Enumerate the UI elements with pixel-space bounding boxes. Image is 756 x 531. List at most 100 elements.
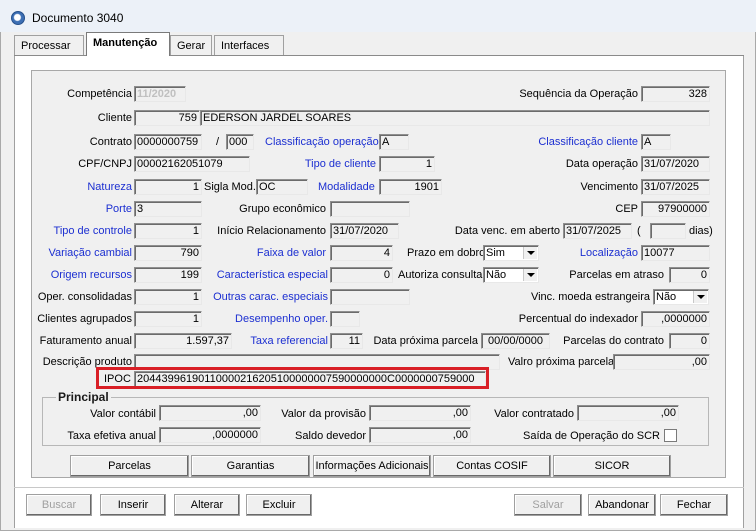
localizacao-field: 10077 (641, 245, 710, 261)
data-proxima-parcela-label: Data próxima parcela (373, 335, 478, 347)
data-operacao-label: Data operação (565, 158, 638, 170)
saldo-devedor-field: ,00 (369, 427, 471, 443)
buscar-button[interactable]: Buscar (26, 494, 92, 516)
cpf-field: 00002162051079 (134, 156, 250, 172)
parcelas-atraso-label: Parcelas em atraso (569, 269, 664, 281)
oper-consolidadas-field: 1 (134, 289, 202, 305)
desempenho-oper-link[interactable]: Desempenho oper. (204, 313, 328, 326)
fechar-button[interactable]: Fechar (660, 494, 728, 516)
porte-field: 3 (134, 201, 202, 217)
modalidade-link[interactable]: Modalidade (318, 181, 375, 194)
localizacao-link[interactable]: Localização (560, 247, 638, 260)
contrato-sub-field: 000 (226, 134, 254, 150)
oper-consolidadas-label: Oper. consolidadas (37, 291, 132, 303)
abandonar-button[interactable]: Abandonar (588, 494, 656, 516)
principal-title: Principal (56, 390, 111, 404)
contrato-field: 0000000759 (134, 134, 202, 150)
saldo-devedor-label: Saldo devedor (295, 430, 366, 442)
prazo-dobro-select[interactable]: Sim (483, 245, 539, 261)
class-operacao-link[interactable]: Classificação operação (265, 136, 379, 149)
taxa-referencial-field: 11 (330, 333, 363, 349)
outras-carac-link[interactable]: Outras carac. especiais (204, 291, 328, 304)
cep-label: CEP (615, 203, 638, 215)
percentual-indexador-label: Percentual do indexador (518, 313, 638, 325)
valor-contabil-label: Valor contábil (90, 408, 156, 420)
natureza-link[interactable]: Natureza (60, 181, 132, 194)
sequencia-field: 328 (641, 86, 710, 102)
autoriza-consulta-select[interactable]: Não (483, 267, 539, 283)
caracteristica-especial-link[interactable]: Característica especial (204, 269, 328, 282)
contrato-separator: / (216, 136, 220, 148)
valor-contratado-field: ,00 (577, 405, 679, 421)
tab-interfaces[interactable]: Interfaces (214, 35, 284, 55)
autoriza-consulta-label: Autoriza consulta (398, 269, 483, 281)
garantias-button[interactable]: Garantias (191, 455, 310, 477)
faturamento-anual-field: 1.597,37 (134, 333, 232, 349)
ipoc-highlight-box (96, 367, 489, 389)
outras-carac-field (330, 289, 410, 305)
saida-operacao-checkbox[interactable] (664, 429, 677, 442)
chevron-down-icon[interactable] (523, 247, 537, 259)
sicor-button[interactable]: SICOR (553, 455, 671, 477)
contas-cosif-button[interactable]: Contas COSIF (433, 455, 551, 477)
faixa-valor-field: 4 (330, 245, 393, 261)
valor-provisao-label: Valor da provisão (281, 408, 366, 420)
vencimento-field: 31/07/2025 (641, 179, 710, 195)
class-operacao-field: A (379, 134, 409, 150)
parcelas-atraso-field: 0 (669, 267, 710, 283)
cliente-label: Cliente (97, 112, 132, 124)
competencia-label: Competência (67, 88, 132, 100)
variacao-cambial-link[interactable]: Variação cambial (30, 247, 132, 260)
vinc-moeda-select[interactable]: Não (653, 289, 709, 305)
porte-link[interactable]: Porte (60, 203, 132, 216)
taxa-referencial-link[interactable]: Taxa referencial (236, 335, 328, 348)
valor-proxima-parcela-label: Valro próxima parcela (508, 356, 615, 368)
vinc-moeda-label: Vinc. moeda estrangeira (530, 291, 650, 303)
alterar-button[interactable]: Alterar (174, 494, 240, 516)
taxa-efetiva-label: Taxa efetiva anual (67, 430, 156, 442)
informacoes-adicionais-button[interactable]: Informações Adicionais (313, 455, 431, 477)
parcelas-button[interactable]: Parcelas (70, 455, 189, 477)
class-cliente-link[interactable]: Classificação cliente (520, 136, 638, 149)
tipo-controle-field: 1 (134, 223, 202, 239)
prazo-dobro-value: Sim (486, 247, 505, 259)
title-bar: Documento 3040 (0, 0, 756, 32)
class-cliente-field: A (641, 134, 671, 150)
valor-proxima-parcela-field: ,00 (613, 354, 710, 370)
tipo-controle-link[interactable]: Tipo de controle (40, 225, 132, 238)
tab-gerar[interactable]: Gerar (170, 35, 212, 55)
caracteristica-especial-field: 0 (330, 267, 393, 283)
chevron-down-icon[interactable] (693, 291, 707, 303)
percentual-indexador-field: ,0000000 (641, 311, 710, 327)
window-title: Documento 3040 (32, 11, 124, 25)
competencia-field: 11/2020 (134, 86, 186, 102)
contrato-label: Contrato (89, 136, 132, 148)
faixa-valor-link[interactable]: Faixa de valor (220, 247, 326, 260)
modalidade-field: 1901 (379, 179, 442, 195)
salvar-button[interactable]: Salvar (514, 494, 582, 516)
vinc-moeda-value: Não (656, 291, 677, 303)
taxa-efetiva-field: ,0000000 (159, 427, 261, 443)
prazo-dobro-label: Prazo em dobro (407, 247, 486, 259)
cliente-code-field: 759 (134, 110, 200, 126)
sequencia-label: Sequência da Operação (519, 88, 638, 100)
origem-recursos-link[interactable]: Origem recursos (30, 269, 132, 282)
tipo-cliente-link[interactable]: Tipo de cliente (290, 158, 376, 171)
excluir-button[interactable]: Excluir (246, 494, 312, 516)
chevron-down-icon[interactable] (523, 269, 537, 281)
tab-manutencao[interactable]: Manutenção (86, 32, 170, 56)
inserir-button[interactable]: Inserir (100, 494, 166, 516)
inicio-relacionamento-field: 31/07/2020 (330, 223, 399, 239)
data-operacao-field: 31/07/2020 (641, 156, 710, 172)
valor-provisao-field: ,00 (369, 405, 471, 421)
parcelas-contrato-label: Parcelas do contrato (563, 335, 664, 347)
tab-processar[interactable]: Processar (14, 35, 84, 55)
bottom-divider (14, 487, 744, 488)
sigla-mod-field: OC (256, 179, 308, 195)
faturamento-anual-label: Faturamento anual (39, 335, 132, 347)
origem-recursos-field: 199 (134, 267, 202, 283)
app-icon (11, 11, 25, 25)
natureza-field: 1 (134, 179, 202, 195)
desempenho-oper-field (330, 311, 360, 327)
autoriza-consulta-value: Não (486, 269, 507, 281)
